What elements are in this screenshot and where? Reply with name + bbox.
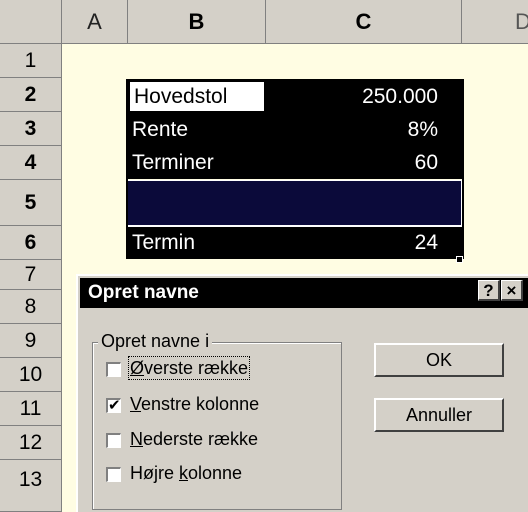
left-column-checkbox[interactable]: ✔ xyxy=(106,398,121,413)
row-label: 13 xyxy=(18,468,43,491)
right-column-option[interactable]: Højre kolonne xyxy=(130,463,242,484)
column-header-a[interactable]: A xyxy=(62,0,128,44)
option-text: ederste række xyxy=(143,429,259,449)
cell-c3[interactable]: 8% xyxy=(266,113,462,146)
row-label: 7 xyxy=(24,262,37,286)
column-header-d[interactable]: D xyxy=(462,0,528,44)
cell-b4[interactable]: Terminer xyxy=(128,146,266,179)
select-all-corner[interactable] xyxy=(0,0,62,44)
column-header-c[interactable]: C xyxy=(266,0,462,44)
cancel-button[interactable]: Annuller xyxy=(374,398,504,432)
cell-c6[interactable]: 24 xyxy=(266,226,462,259)
row-header[interactable]: 10 xyxy=(0,358,62,392)
column-label: D xyxy=(515,8,528,34)
option-text: verste række xyxy=(144,358,249,378)
dialog-title: Opret navne xyxy=(88,282,199,303)
right-column-checkbox[interactable] xyxy=(106,467,121,482)
row-header[interactable]: 13 xyxy=(0,460,62,512)
row-label: 3 xyxy=(24,116,37,140)
row-label: 2 xyxy=(24,82,37,106)
cell-b3[interactable]: Rente xyxy=(128,113,266,146)
option-text: olonne xyxy=(188,463,243,483)
row-header[interactable]: 12 xyxy=(0,426,62,460)
column-label: C xyxy=(355,8,372,34)
row-header[interactable]: 4 xyxy=(0,146,62,180)
cell-b2[interactable]: Hovedstol xyxy=(128,80,266,113)
row-header[interactable]: 1 xyxy=(0,44,62,78)
row-label: 8 xyxy=(24,294,37,318)
cell-c2[interactable]: 250.000 xyxy=(266,80,462,113)
row-header[interactable]: 2 xyxy=(0,78,62,112)
row-label: 10 xyxy=(18,362,43,386)
row-header[interactable]: 5 xyxy=(0,180,62,226)
row-5-empty-cells[interactable] xyxy=(126,180,462,226)
column-label: B xyxy=(188,8,205,34)
option-text-prefix: Højre xyxy=(130,463,179,483)
option-text: enstre kolonne xyxy=(141,394,260,414)
top-row-checkbox[interactable] xyxy=(106,362,121,377)
fill-handle[interactable] xyxy=(456,256,463,263)
accel-key: V xyxy=(130,394,142,414)
row-header[interactable]: 8 xyxy=(0,290,62,324)
left-column-option[interactable]: Venstre kolonne xyxy=(130,394,259,415)
create-names-dialog: Opret navne ? × Opret navne i Øverste ræ… xyxy=(76,274,528,512)
row-header[interactable]: 9 xyxy=(0,324,62,358)
row-label: 4 xyxy=(24,150,37,174)
row-label: 11 xyxy=(19,396,42,420)
column-header-b[interactable]: B xyxy=(128,0,266,44)
group-label: Opret navne i xyxy=(98,331,213,352)
dialog-title-bar[interactable]: Opret navne xyxy=(80,278,528,308)
bottom-row-checkbox[interactable] xyxy=(106,433,121,448)
row-header[interactable]: 11 xyxy=(0,392,62,426)
accel-key: k xyxy=(179,463,188,483)
ok-button[interactable]: OK xyxy=(374,343,504,377)
checkmark-icon: ✔ xyxy=(108,397,121,414)
column-label: A xyxy=(87,8,102,34)
row-label: 1 xyxy=(24,48,37,72)
row-label: 12 xyxy=(18,430,43,454)
row-label: 5 xyxy=(24,190,37,214)
help-button[interactable]: ? xyxy=(478,280,500,301)
cell-c4[interactable]: 60 xyxy=(266,146,462,179)
accel-key: N xyxy=(130,429,143,449)
row-header[interactable]: 6 xyxy=(0,226,62,260)
top-row-option[interactable]: Øverste række xyxy=(127,356,251,380)
accel-key: Ø xyxy=(130,358,145,378)
bottom-row-option[interactable]: Nederste række xyxy=(130,429,258,450)
row-label: 6 xyxy=(24,230,37,254)
cell-b6[interactable]: Termin xyxy=(128,226,266,259)
row-header[interactable]: 7 xyxy=(0,260,62,290)
close-icon[interactable]: × xyxy=(501,280,523,301)
row-header[interactable]: 3 xyxy=(0,112,62,146)
row-label: 9 xyxy=(24,328,37,352)
